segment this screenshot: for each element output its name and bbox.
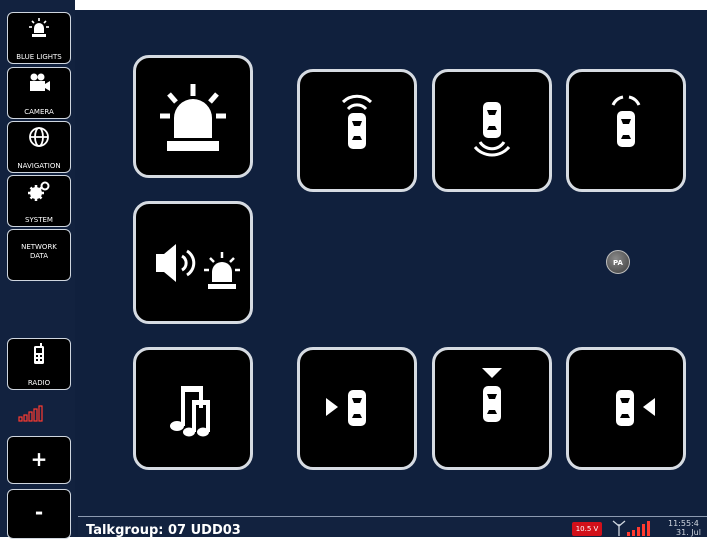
signal-strength-icon bbox=[627, 521, 650, 536]
plus-label: + bbox=[30, 447, 48, 471]
pa-button[interactable]: PA bbox=[606, 250, 630, 274]
radio-button[interactable]: RADIO bbox=[7, 338, 71, 390]
navigation-label: NAVIGATION bbox=[17, 162, 61, 170]
car-arrow-top-icon bbox=[482, 368, 502, 422]
rear-sensor-tile[interactable] bbox=[432, 69, 552, 192]
car-front-sensor-icon bbox=[341, 94, 373, 149]
front-sensor-tile[interactable] bbox=[297, 69, 417, 192]
volume-up-button[interactable]: + bbox=[7, 436, 71, 484]
music-icon bbox=[170, 386, 210, 437]
radio-label: RADIO bbox=[27, 379, 51, 387]
car-arrow-left-icon bbox=[326, 390, 366, 426]
network-data-button[interactable]: NETWORK DATA bbox=[7, 229, 71, 281]
battery-voltage: 10.5 V bbox=[575, 525, 599, 533]
navigation-button[interactable]: NAVIGATION bbox=[7, 121, 71, 173]
gear-icon bbox=[28, 181, 50, 201]
music-tile[interactable] bbox=[133, 347, 253, 470]
battery-indicator: 10.5 V bbox=[572, 522, 602, 536]
siren-icon bbox=[160, 84, 226, 151]
status-bar: Talkgroup: 07 UDD03 10.5 V 11:55:4 31. J… bbox=[78, 516, 707, 538]
date-label: 31. Jul bbox=[676, 528, 701, 537]
system-label: SYSTEM bbox=[25, 216, 53, 224]
siren-tile[interactable] bbox=[133, 55, 253, 178]
talkgroup-label: Talkgroup: 07 UDD03 bbox=[86, 523, 241, 538]
blue-lights-label: BLUE LIGHTS bbox=[16, 53, 62, 61]
camera-icon bbox=[30, 73, 50, 91]
speaker-siren-icon bbox=[156, 244, 240, 289]
sidebar: BLUE LIGHTS CAMERA NAVIGATION SYSTEM NET… bbox=[0, 0, 75, 539]
blue-lights-button[interactable]: BLUE LIGHTS bbox=[7, 12, 71, 64]
car-arrow-right-icon bbox=[616, 390, 655, 426]
car-top-tile[interactable] bbox=[432, 347, 552, 470]
camera-label: CAMERA bbox=[24, 108, 54, 116]
corner-sensors-tile[interactable] bbox=[566, 69, 686, 192]
car-right-tile[interactable] bbox=[566, 347, 686, 470]
volume-down-button[interactable]: - bbox=[7, 489, 71, 539]
antenna-icon bbox=[612, 520, 626, 536]
network-data-label: NETWORK DATA bbox=[21, 243, 57, 260]
minus-label: - bbox=[34, 500, 44, 524]
system-button[interactable]: SYSTEM bbox=[7, 175, 71, 227]
time-label: 11:55:4 bbox=[668, 519, 699, 528]
car-left-tile[interactable] bbox=[297, 347, 417, 470]
camera-button[interactable]: CAMERA bbox=[7, 67, 71, 119]
signal-strength-icon bbox=[18, 405, 43, 422]
car-rear-sensor-icon bbox=[473, 102, 511, 157]
siren-icon bbox=[29, 18, 49, 37]
clock: 11:55:4 31. Jul bbox=[668, 519, 701, 537]
speaker-siren-tile[interactable] bbox=[133, 201, 253, 324]
radio-handset-icon bbox=[34, 343, 44, 364]
globe-icon bbox=[29, 127, 49, 147]
car-corner-sensors-icon bbox=[611, 95, 641, 147]
